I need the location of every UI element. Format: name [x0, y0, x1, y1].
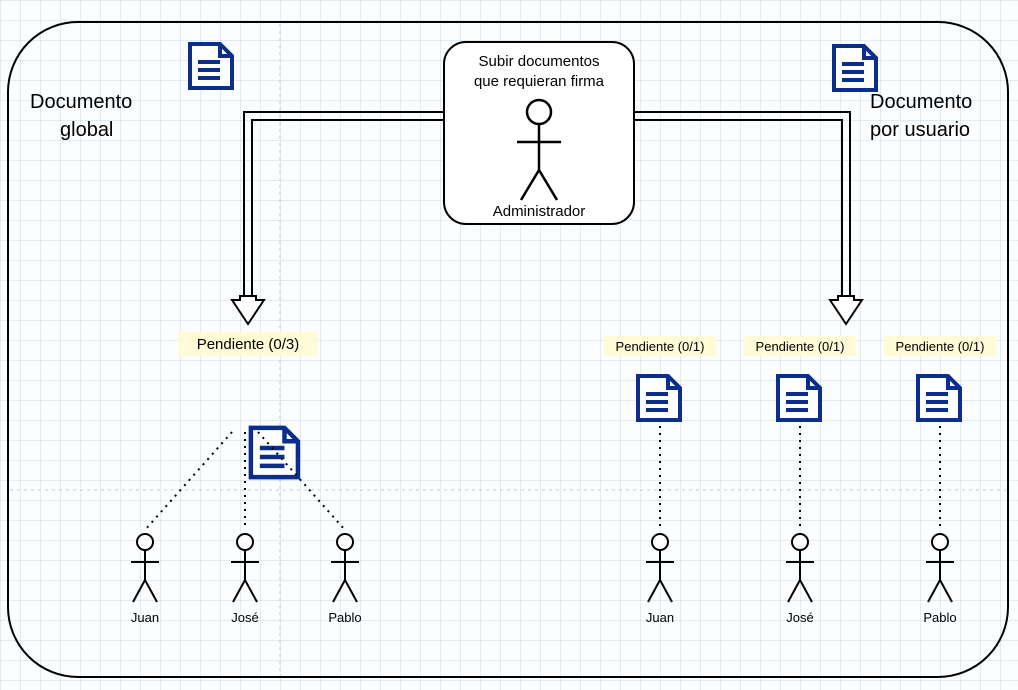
- person-icon: [231, 534, 259, 602]
- user-left-1: José: [231, 534, 259, 625]
- right-title-line2: por usuario: [870, 119, 970, 141]
- pending-text: Pendiente (0/1): [616, 339, 705, 354]
- document-icon: [190, 44, 232, 88]
- admin-role: Administrador: [493, 203, 586, 220]
- pending-text: Pendiente (0/3): [197, 336, 300, 353]
- admin-line1: Subir documentos: [479, 53, 600, 70]
- right-item-1: Pendiente (0/1) José: [744, 336, 856, 625]
- user-name: José: [786, 610, 813, 625]
- connector-group-left: [145, 432, 345, 530]
- person-icon: [331, 534, 359, 602]
- document-icon: [834, 46, 876, 90]
- document-icon: [918, 376, 960, 420]
- user-name: Pablo: [328, 610, 361, 625]
- user-left-0: Juan: [131, 534, 159, 625]
- right-title: Documento por usuario: [870, 91, 972, 141]
- right-item-0: Pendiente (0/1) Juan: [604, 336, 716, 625]
- left-title-line2: global: [60, 119, 113, 141]
- person-icon: [786, 534, 814, 602]
- document-icon: [638, 376, 680, 420]
- arrow-left: [232, 112, 444, 324]
- right-title-line1: Documento: [870, 91, 972, 113]
- person-icon: [926, 534, 954, 602]
- user-name: Juan: [131, 610, 159, 625]
- arrow-right: [634, 112, 862, 324]
- user-left-2: Pablo: [328, 534, 361, 625]
- pending-text: Pendiente (0/1): [896, 339, 985, 354]
- admin-line2: que requieran firma: [474, 73, 605, 90]
- person-icon: [646, 534, 674, 602]
- left-title: Documento global: [30, 91, 132, 141]
- admin-box: Subir documentos que requieran firma Adm…: [444, 42, 634, 224]
- pending-badge-left: Pendiente (0/3): [178, 332, 318, 356]
- user-name: Juan: [646, 610, 674, 625]
- user-name: Pablo: [923, 610, 956, 625]
- user-name: José: [231, 610, 258, 625]
- person-icon: [131, 534, 159, 602]
- pending-text: Pendiente (0/1): [756, 339, 845, 354]
- right-item-2: Pendiente (0/1) Pablo: [884, 336, 996, 625]
- document-icon: [778, 376, 820, 420]
- left-title-line1: Documento: [30, 91, 132, 113]
